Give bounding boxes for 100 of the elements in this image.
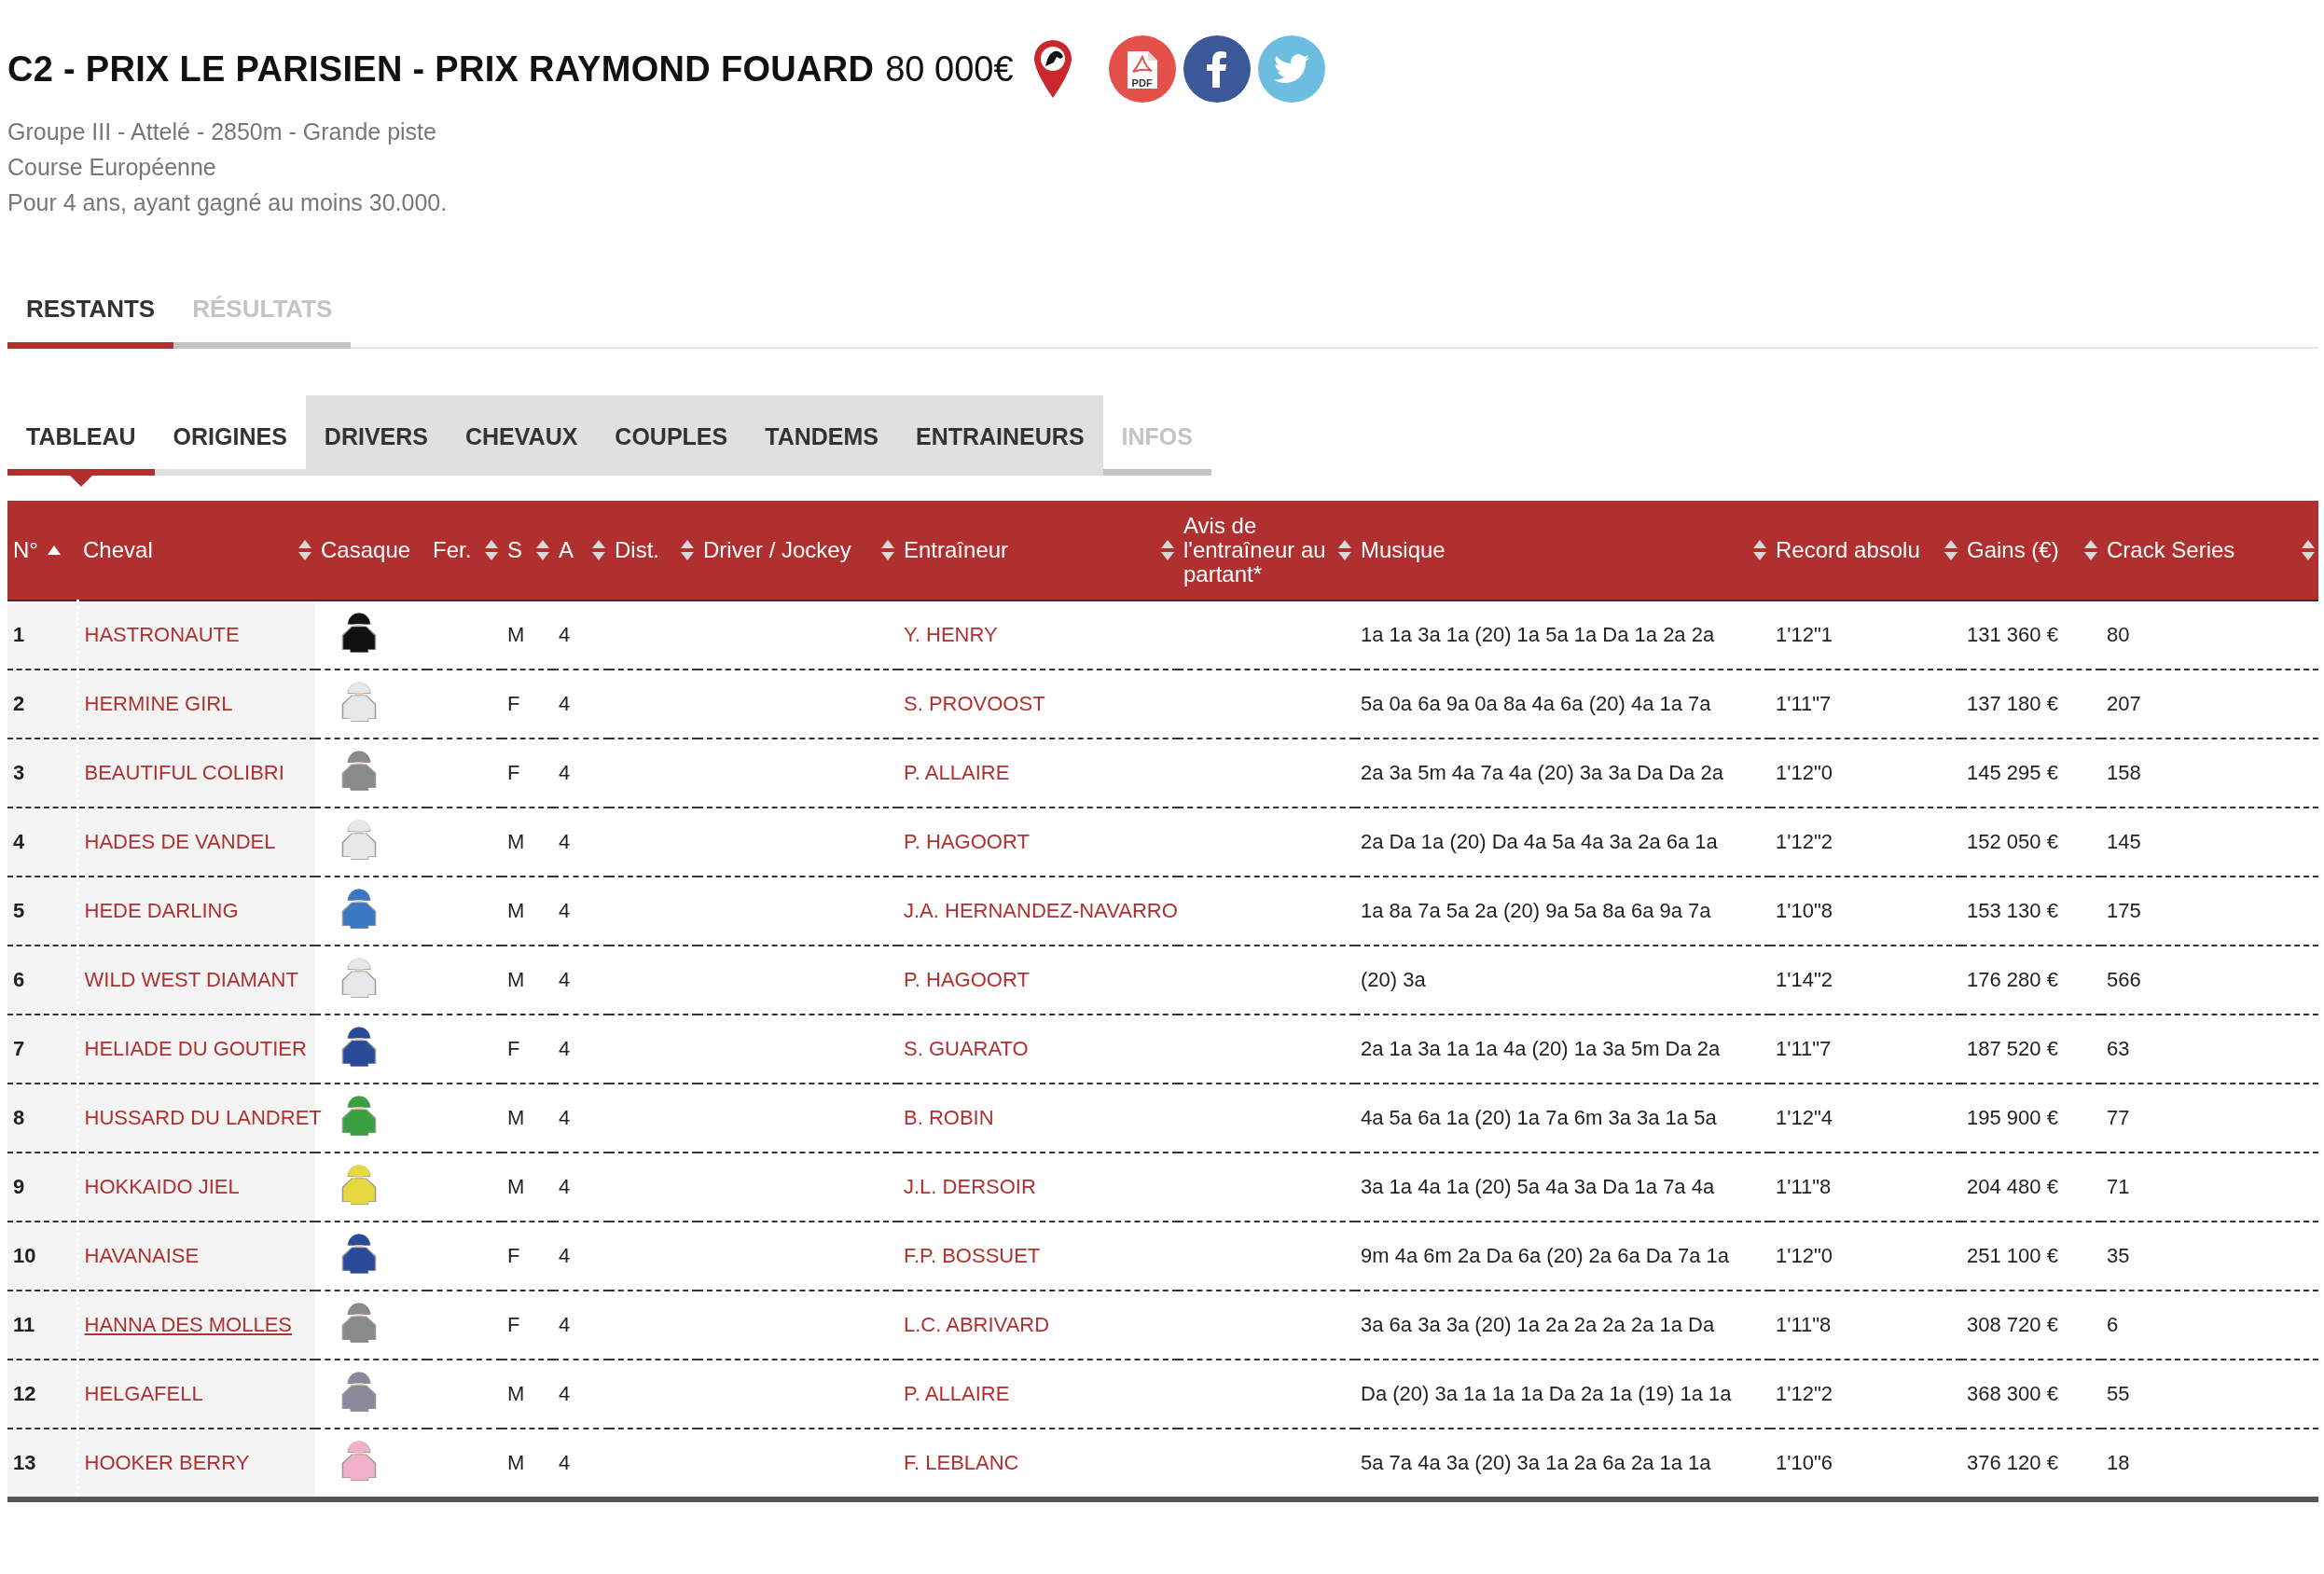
gains-cell: 195 900 € (1967, 1106, 2058, 1129)
column-header[interactable]: Driver / Jockey (703, 538, 851, 562)
trainer-link[interactable]: J.A. HERNANDEZ-NAVARRO (904, 899, 1178, 922)
sex-cell: M (507, 1451, 525, 1474)
gains-cell: 308 720 € (1967, 1313, 2058, 1336)
race-title: C2 - PRIX LE PARISIEN - PRIX RAYMOND FOUARD (7, 48, 875, 90)
music-cell: 3a 6a 3a 3a (20) 1a 2a 2a 2a 2a 1a Da (1361, 1313, 1715, 1336)
sort-icon[interactable] (536, 540, 549, 560)
column-header[interactable]: Record absolu (1776, 538, 1920, 562)
music-cell: 5a 7a 4a 3a (20) 3a 1a 2a 6a 2a 1a 1a (1361, 1451, 1711, 1474)
record-cell: 1'12"1 (1776, 623, 1833, 646)
column-header[interactable]: Cheval (83, 538, 153, 562)
gains-cell: 376 120 € (1967, 1451, 2058, 1474)
column-header[interactable]: Crack Series (2107, 538, 2235, 562)
music-cell: 9m 4a 6m 2a Da 6a (20) 2a 6a Da 7a 1a (1361, 1244, 1730, 1267)
runner-number: 5 (13, 899, 25, 922)
twitter-bird-icon (1273, 54, 1309, 84)
trainer-link[interactable]: L.C. ABRIVARD (904, 1313, 1050, 1336)
crack-series-cell: 158 (2107, 761, 2141, 784)
column-header[interactable]: Casaque (321, 538, 411, 562)
horse-name-link[interactable]: HELGAFELL (84, 1382, 203, 1405)
sex-cell: F (507, 1313, 520, 1336)
sort-icon[interactable] (592, 540, 605, 560)
sort-icon[interactable] (881, 540, 894, 560)
facebook-icon (1206, 50, 1227, 88)
column-header[interactable]: Musique (1361, 538, 1446, 562)
runner-number: 4 (13, 830, 25, 853)
age-cell: 4 (559, 1175, 571, 1198)
column-header[interactable]: Dist. (615, 538, 659, 562)
sort-icon[interactable] (298, 540, 311, 560)
age-cell: 4 (559, 1106, 571, 1129)
sort-ascending-icon[interactable] (47, 545, 61, 555)
age-cell: 4 (559, 968, 571, 991)
column-header[interactable]: Entraîneur (904, 538, 1009, 562)
pdf-button[interactable]: PDF (1108, 35, 1176, 103)
horse-name-link[interactable]: HUSSARD DU LANDRET (84, 1106, 322, 1129)
sort-icon[interactable] (1161, 540, 1174, 560)
trainer-link[interactable]: P. ALLAIRE (904, 1382, 1010, 1405)
trainer-link[interactable]: S. GUARATO (904, 1037, 1029, 1060)
trainer-link[interactable]: Y. HENRY (904, 623, 998, 646)
gains-cell: 187 520 € (1967, 1037, 2058, 1060)
horse-name-link[interactable]: HAVANAISE (84, 1244, 200, 1267)
trainer-link[interactable]: P. ALLAIRE (904, 761, 1010, 784)
age-cell: 4 (559, 830, 571, 853)
race-detail: Groupe III - Attelé - 2850m - Grande piste (7, 117, 437, 146)
record-cell: 1'11"8 (1776, 1313, 1832, 1336)
sex-cell: F (507, 1037, 520, 1060)
race-detail: Course Européenne (7, 153, 217, 182)
sort-icon[interactable] (2084, 540, 2097, 560)
sort-icon[interactable] (485, 540, 498, 560)
age-cell: 4 (559, 1451, 571, 1474)
trainer-link[interactable]: J.L. DERSOIR (904, 1175, 1036, 1198)
age-cell: 4 (559, 623, 571, 646)
sort-icon[interactable] (1753, 540, 1766, 560)
trainer-link[interactable]: S. PROVOOST (904, 692, 1045, 715)
trainer-link[interactable]: F.P. BOSSUET (904, 1244, 1041, 1267)
view-tab[interactable]: TANDEMS (746, 395, 897, 476)
gains-cell: 137 180 € (1967, 692, 2058, 715)
music-cell: 2a 3a 5m 4a 7a 4a (20) 3a 3a Da Da 2a (1361, 761, 1723, 784)
view-tab[interactable]: DRIVERS (305, 395, 447, 476)
sort-icon[interactable] (1338, 540, 1351, 560)
column-header[interactable]: S (507, 538, 522, 562)
trainer-link[interactable]: P. HAGOORT (904, 968, 1030, 991)
runner-number: 13 (13, 1451, 36, 1474)
column-header[interactable]: Avis de l'entraîneur au partant* (1183, 514, 1335, 587)
runner-number: 9 (13, 1175, 25, 1198)
music-cell: 4a 5a 6a 1a (20) 1a 7a 6m 3a 3a 1a 5a (1361, 1106, 1717, 1129)
crack-series-cell: 566 (2107, 968, 2141, 991)
gains-cell: 152 050 € (1967, 830, 2058, 853)
runner-number: 6 (13, 968, 25, 991)
record-cell: 1'10"6 (1776, 1451, 1833, 1474)
prize-amount: 80 000€ (885, 48, 1014, 90)
sort-icon[interactable] (681, 540, 694, 560)
sex-cell: F (507, 761, 520, 784)
tab[interactable]: RESTANTS (7, 278, 174, 349)
sort-icon[interactable] (1944, 540, 1957, 560)
record-cell: 1'12"4 (1776, 1106, 1833, 1129)
column-header[interactable]: Fer. (433, 538, 472, 562)
runner-number: 1 (13, 623, 25, 646)
runner-number: 11 (13, 1313, 35, 1336)
trainer-link[interactable]: F. LEBLANC (904, 1451, 1019, 1474)
gains-cell: 251 100 € (1967, 1244, 2058, 1267)
crack-series-cell: 80 (2107, 623, 2130, 646)
map-pin-icon[interactable] (1031, 38, 1073, 100)
view-tab[interactable]: CHEVAUX (446, 395, 597, 476)
sex-cell: M (507, 968, 525, 991)
music-cell: 5a 0a 6a 9a 0a 8a 4a 6a (20) 4a 1a 7a (1361, 692, 1711, 715)
age-cell: 4 (559, 1382, 571, 1405)
age-cell: 4 (559, 899, 571, 922)
column-header[interactable]: Gains (€) (1967, 538, 2059, 562)
record-cell: 1'11"8 (1776, 1175, 1832, 1198)
view-tab[interactable]: ENTRAINEURS (897, 395, 1103, 476)
music-cell: 2a Da 1a (20) Da 4a 5a 4a 3a 2a 6a 1a (1361, 830, 1718, 853)
sort-icon[interactable] (2302, 540, 2315, 560)
trainer-link[interactable]: B. ROBIN (904, 1106, 994, 1129)
view-tab[interactable]: COUPLES (596, 395, 747, 476)
trainer-link[interactable]: P. HAGOORT (904, 830, 1030, 853)
column-header[interactable]: N° (13, 538, 38, 562)
gains-cell: 176 280 € (1967, 968, 2058, 991)
column-header[interactable]: A (559, 538, 574, 562)
